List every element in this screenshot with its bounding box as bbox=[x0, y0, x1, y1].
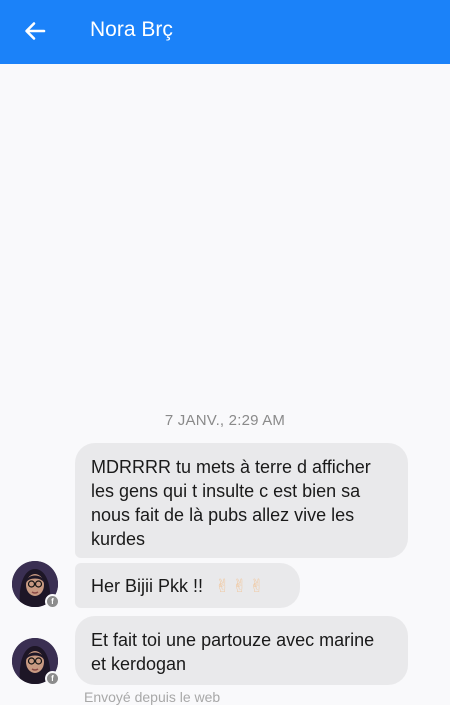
message-text: Et fait toi une partouze avec marine et … bbox=[91, 630, 375, 674]
message-text: MDRRRR tu mets à terre d afficher les ge… bbox=[91, 457, 371, 549]
facebook-icon: f bbox=[45, 594, 60, 609]
facebook-icon: f bbox=[45, 671, 60, 686]
message-bubble[interactable]: Et fait toi une partouze avec marine et … bbox=[75, 616, 408, 685]
message-timestamp: 7 JANV., 2:29 AM bbox=[164, 412, 286, 429]
sent-from-label: Envoyé depuis le web bbox=[84, 689, 221, 705]
app-bar: Nora Brç bbox=[0, 0, 450, 64]
message-bubble[interactable]: MDRRRR tu mets à terre d afficher les ge… bbox=[75, 443, 408, 558]
victory-hand-icon: ✌✌✌ bbox=[215, 575, 267, 596]
arrow-left-icon bbox=[25, 22, 46, 40]
contact-name[interactable]: Nora Brç bbox=[90, 16, 173, 44]
message-text: Her Bijii Pkk !! bbox=[91, 575, 204, 596]
message-bubble[interactable]: Her Bijii Pkk !! ✌✌✌ bbox=[75, 563, 300, 608]
back-button[interactable] bbox=[18, 14, 52, 48]
